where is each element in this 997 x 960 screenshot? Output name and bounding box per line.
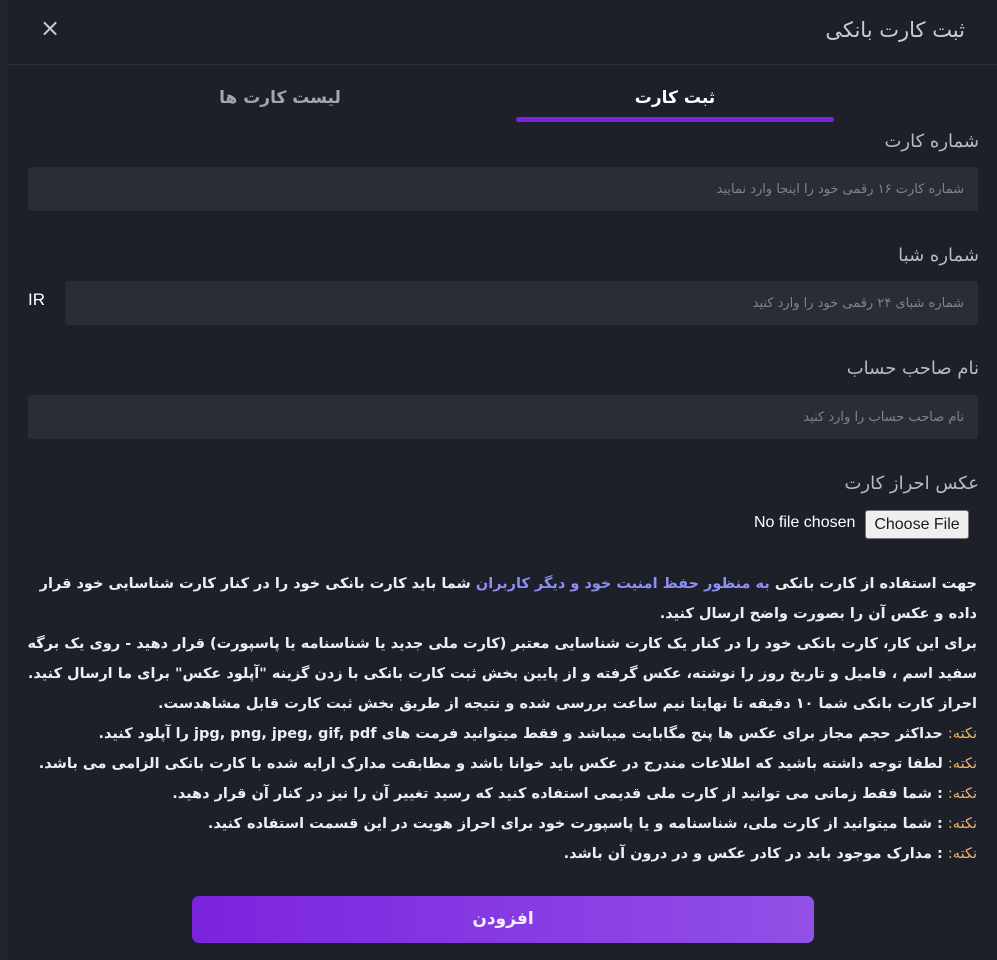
security-highlight: به منظور حفظ امنیت خود و دیگر کاربران: [475, 576, 770, 592]
instruction-paragraph: جهت استفاده از کارت بانکی به منظور حفظ ا…: [39, 576, 977, 622]
note-line: نکته: : شما فقط زمانی می توانید از کارت …: [172, 786, 977, 802]
instruction-paragraph: احراز کارت بانکی شما ۱۰ دقیقه تا نهایتا …: [158, 696, 977, 712]
account-holder-input[interactable]: [28, 395, 978, 439]
account-holder-label: نام صاحب حساب: [846, 358, 979, 379]
modal-header: ثبت کارت بانکی ×: [8, 0, 997, 65]
add-bank-card-modal: ثبت کارت بانکی × ثبت کارت لیست کارت ها ش…: [8, 0, 997, 960]
note-line: نکته: : مدارک موجود باید در کادر عکس و د…: [563, 846, 977, 862]
tab-card-list[interactable]: لیست کارت ها: [128, 88, 432, 124]
close-icon[interactable]: ×: [38, 14, 62, 42]
instructions-text: جهت استفاده از کارت بانکی به منظور حفظ ا…: [27, 569, 977, 869]
note-line: نکته: : شما میتوانید از کارت ملی، شناسنا…: [207, 816, 977, 832]
submit-button[interactable]: افزودن: [192, 896, 814, 943]
sheba-input[interactable]: [65, 281, 978, 325]
file-status-text: No file chosen: [754, 514, 856, 531]
iban-prefix: IR: [28, 290, 45, 309]
page-backdrop: [0, 0, 8, 960]
card-photo-label: عکس احراز کارت: [844, 473, 979, 494]
note-line: نکته: لطفا توجه داشته باشید که اطلاعات م…: [38, 756, 977, 772]
card-number-input[interactable]: [28, 167, 978, 211]
card-number-label: شماره کارت: [884, 131, 979, 152]
choose-file-button[interactable]: Choose File: [865, 510, 969, 539]
modal-title: ثبت کارت بانکی: [825, 18, 965, 42]
note-line: نکته: حداکثر حجم مجاز برای عکس ها پنج مگ…: [98, 726, 977, 742]
instruction-paragraph: برای این کار، کارت بانکی خود را در کنار …: [27, 636, 977, 682]
active-tab-indicator: [516, 117, 834, 122]
sheba-label: شماره شبا: [898, 245, 979, 266]
